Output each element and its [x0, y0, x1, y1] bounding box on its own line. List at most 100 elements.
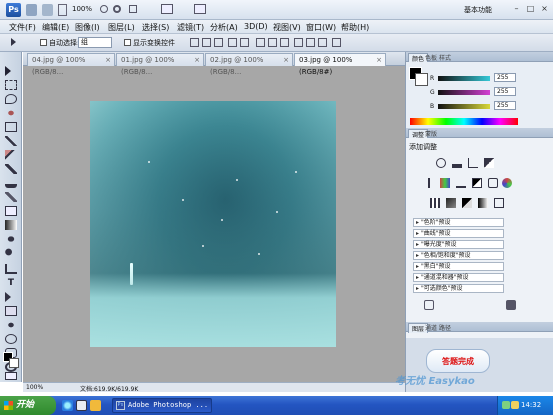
preset-channel-mixer[interactable]: ▸ "通道混和器"预设 [413, 273, 504, 282]
photo-filter-icon[interactable] [488, 178, 498, 188]
preset-black-white[interactable]: ▸ "黑白"预设 [413, 262, 504, 271]
close-button[interactable]: × [540, 4, 549, 13]
3d-rotate-tool-icon[interactable] [5, 320, 17, 330]
posterize-icon[interactable] [446, 198, 456, 208]
crop-tool-icon[interactable] [5, 122, 17, 132]
black-white-icon[interactable] [472, 178, 482, 188]
volume-icon[interactable] [511, 401, 519, 409]
menu-analysis[interactable]: 分析(A) [210, 22, 238, 33]
auto-select-checkbox[interactable] [40, 39, 47, 46]
photoshop-taskbar-button[interactable]: Ps Adobe Photoshop ... [112, 398, 212, 413]
blue-slider[interactable] [438, 104, 490, 109]
eraser-tool-icon[interactable] [5, 206, 17, 216]
tab-04-jpg[interactable]: 04.jpg @ 100%(RGB/8... × [27, 53, 115, 76]
selective-color-icon[interactable] [494, 198, 504, 208]
align-bottom-icon[interactable] [214, 38, 223, 47]
tab-02-jpg[interactable]: 02.jpg @ 100%(RGB/8... × [205, 53, 293, 76]
pen-tool-icon[interactable] [5, 264, 17, 274]
menu-edit[interactable]: 编辑(E) [42, 22, 69, 33]
levels-icon[interactable] [452, 158, 462, 168]
hand-tool-icon[interactable] [100, 5, 108, 13]
vibrance-icon[interactable] [424, 178, 430, 188]
zoom-tool-icon[interactable] [113, 5, 121, 13]
curves-icon[interactable] [468, 158, 478, 168]
answer-complete-badge[interactable]: 答题完成 [426, 349, 490, 373]
blur-tool-icon[interactable] [5, 234, 17, 244]
distribute-vcenter-icon[interactable] [268, 38, 277, 47]
distribute-top-icon[interactable] [256, 38, 265, 47]
word-icon[interactable] [76, 400, 87, 411]
color-spectrum-bar[interactable] [410, 118, 518, 125]
invert-icon[interactable] [430, 198, 440, 208]
shape-tool-icon[interactable] [5, 306, 17, 316]
align-top-icon[interactable] [190, 38, 199, 47]
color-balance-icon[interactable] [456, 178, 466, 188]
distribute-left-icon[interactable] [294, 38, 303, 47]
tab-styles[interactable]: 样式 [436, 53, 454, 62]
green-slider[interactable] [438, 90, 490, 95]
network-icon[interactable] [502, 401, 510, 409]
type-tool-icon[interactable]: T [5, 278, 17, 288]
view-extras-icon[interactable] [58, 4, 67, 16]
menu-3d[interactable]: 3D(D) [244, 22, 268, 31]
3d-orbit-tool-icon[interactable] [5, 334, 17, 344]
marquee-tool-icon[interactable] [5, 80, 17, 90]
eyedropper-tool-icon[interactable] [5, 136, 17, 146]
hue-saturation-icon[interactable] [440, 178, 450, 188]
red-slider[interactable] [438, 76, 490, 81]
quick-mask-icon[interactable] [5, 372, 17, 380]
bridge-icon[interactable] [26, 4, 37, 16]
close-tab-icon[interactable]: × [376, 54, 382, 66]
background-color-swatch[interactable] [415, 73, 428, 86]
tab-01-jpg[interactable]: 01.jpg @ 100%(RGB/8... × [116, 53, 204, 76]
menu-help[interactable]: 帮助(H) [341, 22, 369, 33]
channel-mixer-icon[interactable] [502, 178, 512, 188]
exposure-icon[interactable] [484, 158, 494, 168]
menu-filter[interactable]: 滤镜(T) [177, 22, 204, 33]
screen-mode-icon[interactable] [194, 4, 206, 14]
delete-adjustment-icon[interactable] [506, 300, 516, 310]
align-left-icon[interactable] [228, 38, 237, 47]
align-vcenter-icon[interactable] [202, 38, 211, 47]
arrange-documents-icon[interactable] [161, 4, 173, 14]
preset-exposure[interactable]: ▸ "曝光度"预设 [413, 240, 504, 249]
blue-value-field[interactable]: 255 [494, 101, 516, 110]
dodge-tool-icon[interactable] [5, 248, 17, 258]
auto-select-dropdown[interactable]: 组 [78, 37, 112, 48]
preset-selective-color[interactable]: ▸ "可选颜色"预设 [413, 284, 504, 293]
start-button[interactable]: 开始 [0, 396, 56, 415]
background-color-swatch[interactable] [9, 358, 19, 368]
history-brush-tool-icon[interactable] [5, 192, 17, 202]
gradient-map-icon[interactable] [478, 198, 488, 208]
maximize-button[interactable]: □ [526, 4, 535, 13]
menu-view[interactable]: 视图(V) [273, 22, 301, 33]
clip-to-layer-icon[interactable] [424, 300, 434, 310]
distribute-right-icon[interactable] [318, 38, 327, 47]
menu-file[interactable]: 文件(F) [9, 22, 36, 33]
auto-align-icon[interactable] [332, 38, 341, 47]
green-value-field[interactable]: 255 [494, 87, 516, 96]
menu-layer[interactable]: 图层(L) [108, 22, 135, 33]
lasso-tool-icon[interactable] [5, 94, 17, 104]
menu-image[interactable]: 图像(I) [75, 22, 100, 33]
red-value-field[interactable]: 255 [494, 73, 516, 82]
gradient-tool-icon[interactable] [5, 220, 17, 230]
ie-browser-icon[interactable] [62, 400, 73, 411]
move-tool-icon[interactable] [11, 38, 16, 46]
brush-tool-icon[interactable] [5, 164, 17, 174]
zoom-level[interactable]: 100% [72, 5, 92, 17]
menu-select[interactable]: 选择(S) [142, 22, 169, 33]
preset-levels[interactable]: ▸ "色阶"预设 [413, 218, 504, 227]
threshold-icon[interactable] [462, 198, 472, 208]
tab-paths[interactable]: 路径 [436, 323, 454, 332]
distribute-hcenter-icon[interactable] [306, 38, 315, 47]
tab-masks[interactable]: 蒙版 [422, 129, 440, 138]
healing-brush-tool-icon[interactable] [5, 150, 17, 160]
close-tab-icon[interactable]: × [105, 54, 111, 66]
workspace-switcher[interactable]: 基本功能 [464, 5, 492, 15]
show-transform-checkbox[interactable] [124, 39, 131, 46]
minimize-button[interactable]: – [512, 4, 521, 13]
distribute-bottom-icon[interactable] [280, 38, 289, 47]
quick-select-tool-icon[interactable] [5, 108, 17, 118]
clone-stamp-tool-icon[interactable] [5, 178, 17, 188]
